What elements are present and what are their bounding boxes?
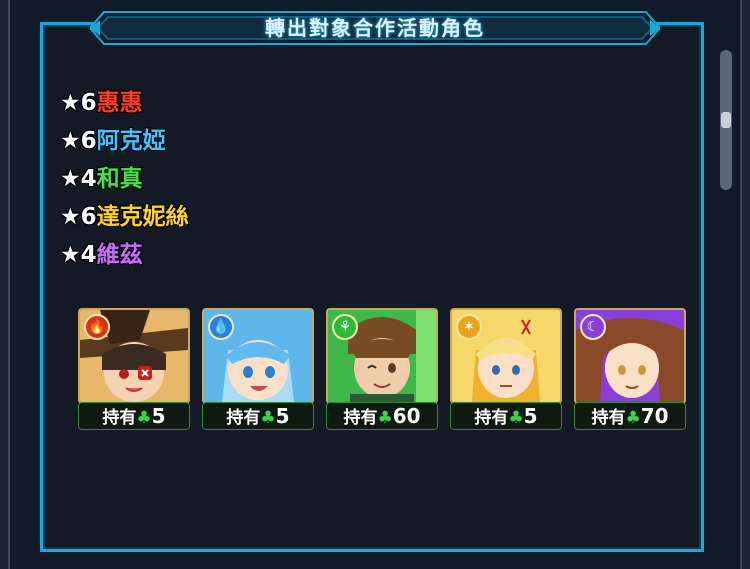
portrait-wiz: ☾ — [574, 308, 686, 404]
rarity-label: ★6 — [60, 204, 97, 230]
rarity-label: ★6 — [60, 128, 97, 154]
owned-label: 持有 — [226, 408, 261, 428]
owned-count-bar: 持有♣60 — [326, 402, 438, 430]
owned-label: 持有 — [591, 408, 626, 428]
owned-count: 5 — [523, 404, 538, 428]
character-name: 阿克婭 — [96, 128, 166, 154]
character-name: 達克妮絲 — [96, 204, 189, 230]
owned-count: 60 — [392, 404, 421, 428]
owned-count-bar: 持有♣5 — [78, 402, 190, 430]
rarity-label: ★6 — [60, 90, 97, 116]
owned-label: 持有 — [102, 408, 137, 428]
list-item: ★6惠惠 — [60, 84, 189, 122]
character-list: ★6惠惠 ★6阿克婭 ★4和真 ★6達克妮絲 ★4維茲 — [60, 84, 189, 274]
owned-count: 70 — [640, 404, 669, 428]
character-card-kazuma[interactable]: ⚘ 持有♣60 — [326, 308, 438, 430]
clover-icon: ♣ — [625, 408, 641, 428]
wood-element-icon: ⚘ — [332, 314, 358, 340]
portrait-kazuma: ⚘ — [326, 308, 438, 404]
portrait-aqua: 💧 — [202, 308, 314, 404]
list-item: ★6達克妮絲 — [60, 198, 189, 236]
clover-icon: ♣ — [508, 408, 524, 428]
scrollbar-grip-icon — [721, 112, 731, 128]
clover-icon: ♣ — [260, 408, 276, 428]
clover-icon: ♣ — [377, 408, 393, 428]
owned-count-bar: 持有♣5 — [450, 402, 562, 430]
owned-count-bar: 持有♣70 — [574, 402, 686, 430]
clover-icon: ♣ — [136, 408, 152, 428]
owned-count-bar: 持有♣5 — [202, 402, 314, 430]
owned-count: 5 — [151, 404, 166, 428]
water-element-icon: 💧 — [208, 314, 234, 340]
character-card-darkness[interactable]: ✶ 持有♣5 — [450, 308, 562, 430]
character-name: 惠惠 — [96, 90, 143, 116]
character-card-megumin[interactable]: 🔥 持有♣5 — [78, 308, 190, 430]
scrollbar[interactable] — [712, 22, 738, 552]
title-banner: 轉出對象合作活動角色 — [90, 8, 660, 48]
owned-count: 5 — [275, 404, 290, 428]
character-card-row: 🔥 持有♣5 💧 持有♣5 ⚘ 持有♣60 ✶ 持有♣5 ☾ 持有♣70 — [78, 308, 698, 432]
fire-element-icon: 🔥 — [84, 314, 110, 340]
character-card-wiz[interactable]: ☾ 持有♣70 — [574, 308, 686, 430]
owned-label: 持有 — [343, 408, 378, 428]
light-element-icon: ✶ — [456, 314, 482, 340]
portrait-darkness: ✶ — [450, 308, 562, 404]
list-item: ★6阿克婭 — [60, 122, 189, 160]
portrait-megumin: 🔥 — [78, 308, 190, 404]
character-name: 和真 — [96, 166, 143, 192]
character-name: 維茲 — [96, 242, 143, 268]
owned-label: 持有 — [474, 408, 509, 428]
dark-element-icon: ☾ — [580, 314, 606, 340]
panel-title: 轉出對象合作活動角色 — [265, 16, 485, 40]
rarity-label: ★4 — [60, 166, 97, 192]
list-item: ★4維茲 — [60, 236, 189, 274]
character-card-aqua[interactable]: 💧 持有♣5 — [202, 308, 314, 430]
list-item: ★4和真 — [60, 160, 189, 198]
rarity-label: ★4 — [60, 242, 97, 268]
